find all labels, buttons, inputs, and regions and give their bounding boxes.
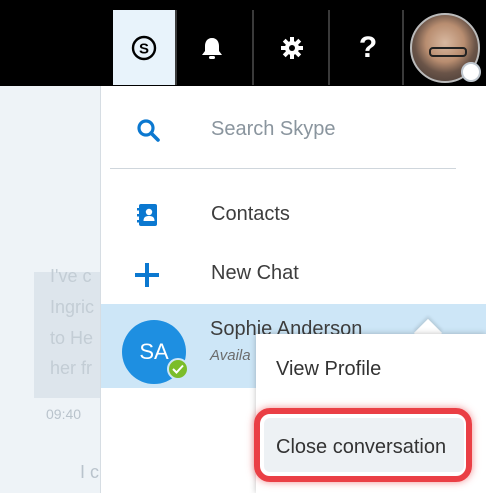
divider xyxy=(110,168,456,169)
contact-status: Availa xyxy=(210,347,251,364)
toolbar-separator xyxy=(175,10,177,85)
message-timestamp: 09:40 xyxy=(46,406,82,422)
bell-icon xyxy=(202,37,222,59)
contacts-label: Contacts xyxy=(211,203,290,225)
search-skype-label[interactable]: Search Skype xyxy=(211,118,336,141)
settings-button[interactable] xyxy=(262,10,322,85)
svg-text:S: S xyxy=(139,40,149,57)
help-label: ? xyxy=(358,30,378,64)
message-text-line: I've c xyxy=(50,266,92,286)
skype-button[interactable]: S xyxy=(113,10,175,85)
avatar-glasses xyxy=(429,47,467,57)
toolbar-separator xyxy=(402,10,404,85)
search-icon xyxy=(137,119,160,142)
message-text-line: to He xyxy=(50,328,94,348)
available-status-icon xyxy=(167,358,189,380)
contact-initials: SA xyxy=(139,339,169,364)
contacts-book-icon xyxy=(137,204,157,226)
toolbar-separator xyxy=(328,10,330,85)
message-text-line: I c xyxy=(80,462,100,482)
gear-icon xyxy=(281,36,303,59)
help-button[interactable]: ? xyxy=(338,10,398,85)
checkmark-icon xyxy=(172,364,184,374)
notifications-button[interactable] xyxy=(182,10,242,85)
message-text-line: her fr xyxy=(50,358,93,378)
toolbar-separator xyxy=(252,10,254,85)
new-chat-label: New Chat xyxy=(211,262,299,284)
skype-s-icon: S xyxy=(131,35,157,60)
message-text-line: Ingric xyxy=(50,297,95,317)
plus-icon xyxy=(135,263,159,287)
highlight-annotation xyxy=(254,408,472,482)
presence-status-icon xyxy=(461,62,481,82)
skype-window: I've c Ingric to He her fr 09:40 I c S ?… xyxy=(0,0,486,493)
view-profile-menu-item[interactable]: View Profile xyxy=(276,358,381,381)
top-toolbar: S ? xyxy=(0,0,486,86)
